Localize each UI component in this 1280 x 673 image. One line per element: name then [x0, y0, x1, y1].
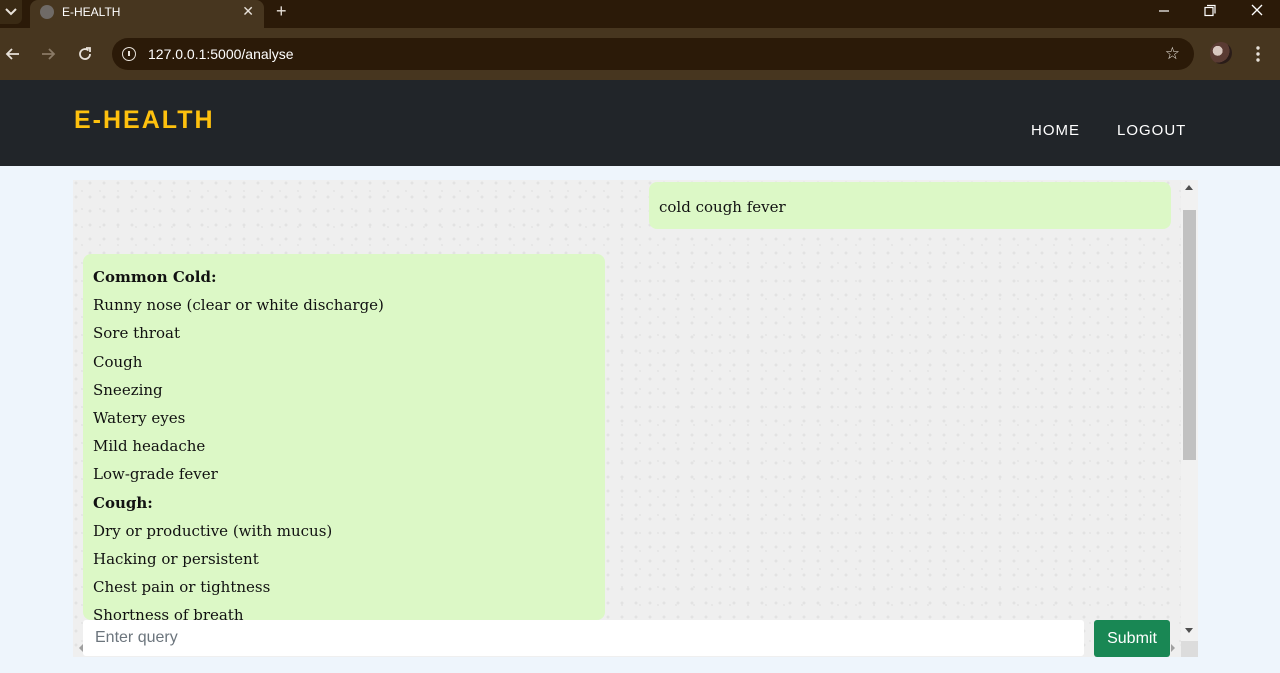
response-line: Watery eyes: [93, 409, 186, 427]
site-navbar: E-HEALTH HOME LOGOUT: [0, 80, 1280, 166]
response-line: Runny nose (clear or white discharge): [93, 296, 384, 315]
scrollbar-thumb[interactable]: [1183, 210, 1196, 460]
url-text: 127.0.0.1:5000/analyse: [148, 46, 294, 62]
more-options-icon[interactable]: [1256, 45, 1260, 63]
bookmark-star-icon[interactable]: ☆: [1165, 44, 1180, 64]
nav-home-link[interactable]: HOME: [1031, 122, 1080, 139]
response-heading: Cough:: [93, 493, 153, 512]
profile-avatar[interactable]: [1210, 42, 1232, 64]
response-line: Dry or productive (with mucus): [93, 521, 333, 540]
browser-toolbar: 127.0.0.1:5000/analyse ☆: [0, 28, 1280, 80]
reload-icon[interactable]: [76, 45, 94, 63]
chat-panel: cold cough fever Common Cold: Runny nose …: [73, 180, 1198, 657]
restore-icon: [1204, 4, 1216, 17]
response-line: Low-grade fever: [93, 465, 218, 484]
minimize-icon: [1159, 10, 1169, 12]
close-tab-icon[interactable]: ✕: [242, 3, 254, 20]
bot-response-bubble: Common Cold: Runny nose (clear or white d…: [83, 254, 605, 620]
browser-tab-bar: E-HEALTH ✕ +: [0, 0, 1280, 28]
response-line: Chest pain or tightness: [93, 578, 271, 597]
browser-tab[interactable]: E-HEALTH ✕: [30, 0, 264, 28]
response-heading: Common Cold:: [93, 268, 217, 286]
response-line: Cough: [93, 352, 143, 371]
scrollbar-corner: [1181, 641, 1198, 657]
address-bar[interactable]: 127.0.0.1:5000/analyse ☆: [112, 38, 1194, 70]
tab-search-button[interactable]: [0, 0, 22, 24]
response-line: Mild headache: [93, 437, 206, 456]
response-line: Shortness of breath: [93, 606, 244, 620]
chevron-down-icon: [5, 8, 17, 16]
submit-button[interactable]: Submit: [1094, 620, 1170, 657]
scroll-down-arrow-icon[interactable]: [1185, 628, 1193, 633]
query-input[interactable]: [83, 620, 1084, 656]
globe-icon: [40, 5, 54, 19]
new-tab-button[interactable]: +: [276, 1, 287, 22]
minimize-button[interactable]: [1142, 0, 1186, 24]
user-message-text: cold cough fever: [659, 198, 786, 216]
brand-logo[interactable]: E-HEALTH: [74, 106, 215, 135]
nav-logout-link[interactable]: LOGOUT: [1117, 122, 1186, 139]
scroll-right-arrow-icon[interactable]: [1171, 644, 1175, 652]
response-line: Sore throat: [93, 324, 180, 343]
tab-title: E-HEALTH: [62, 5, 121, 19]
close-window-button[interactable]: [1235, 0, 1279, 24]
site-info-icon[interactable]: [122, 47, 136, 61]
vertical-scrollbar[interactable]: [1181, 180, 1198, 657]
restore-button[interactable]: [1188, 0, 1232, 24]
close-icon: [1251, 4, 1263, 16]
response-line: Hacking or persistent: [93, 550, 259, 568]
user-message-bubble: cold cough fever: [649, 182, 1171, 229]
response-line: Sneezing: [93, 380, 163, 399]
scroll-up-arrow-icon[interactable]: [1185, 185, 1193, 190]
back-arrow-icon[interactable]: [4, 45, 22, 63]
forward-arrow-icon[interactable]: [39, 45, 57, 63]
